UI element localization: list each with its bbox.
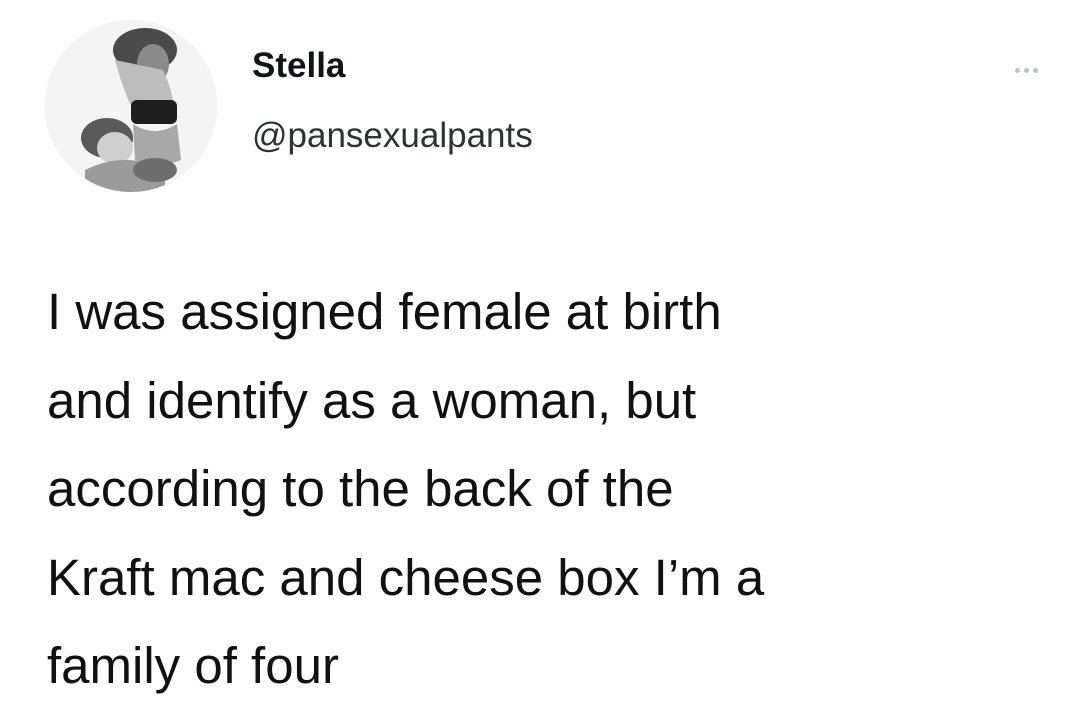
author-handle[interactable]: @pansexualpants (252, 114, 533, 158)
tweet-text: I was assigned female at birth and ident… (47, 268, 1067, 711)
more-horizontal-icon (1023, 67, 1029, 73)
more-options-button[interactable] (1006, 58, 1046, 82)
tweet-text-line: I was assigned female at birth (47, 283, 722, 340)
tweet-text-line: according to the back of the (47, 460, 674, 517)
profile-photo-icon (45, 20, 217, 192)
more-horizontal-icon (1014, 67, 1020, 73)
avatar[interactable] (45, 20, 217, 192)
more-horizontal-icon (1032, 67, 1038, 73)
tweet-text-line: Kraft mac and cheese box I’m a (47, 548, 765, 606)
author-display-name[interactable]: Stella (252, 44, 345, 88)
tweet-text-line: and identify as a woman, but (47, 371, 697, 429)
tweet-text-line: family of four (47, 637, 339, 694)
tweet-card: Stella @pansexualpants I was assigned fe… (0, 0, 1080, 711)
